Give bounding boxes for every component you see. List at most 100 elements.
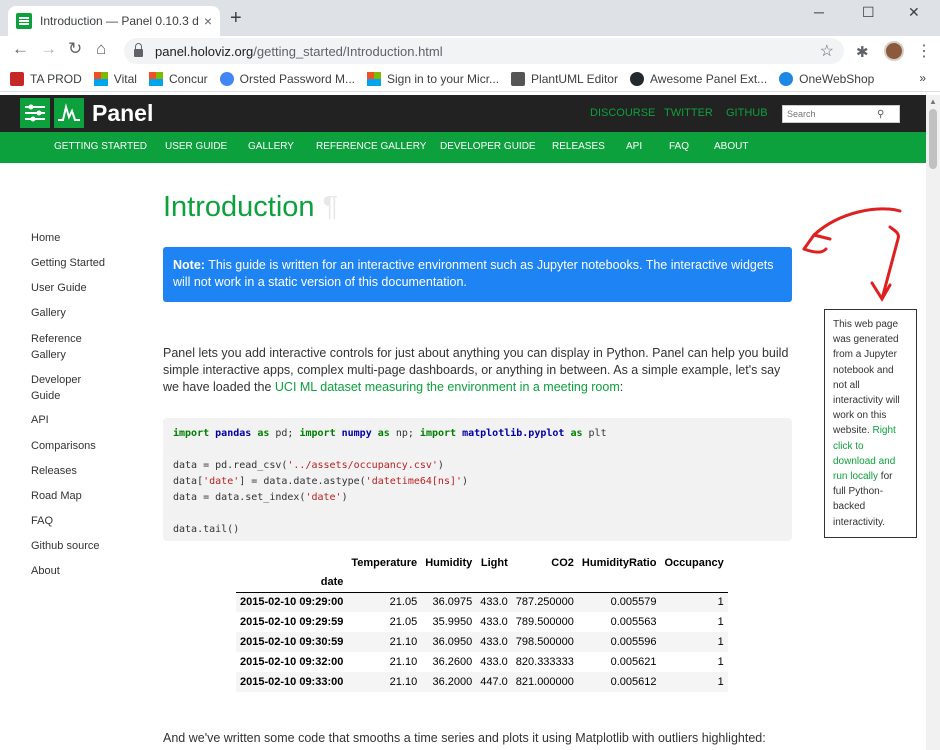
header-link-discourse[interactable]: DISCOURSE <box>590 107 655 119</box>
maximize-icon[interactable]: ☐ <box>862 4 875 21</box>
bookmark-item[interactable]: OneWebShop <box>779 71 874 86</box>
browser-tab[interactable]: Introduction — Panel 0.10.3 doc × <box>8 6 220 36</box>
minimize-icon[interactable]: ─ <box>814 4 824 20</box>
column-header: CO2 <box>551 557 574 569</box>
code-token: ] = data.date.astype( <box>239 476 366 487</box>
nav-user-guide[interactable]: USER GUIDE <box>165 141 227 152</box>
profile-avatar[interactable] <box>884 41 904 61</box>
new-tab-button[interactable]: + <box>230 7 242 30</box>
table-cell: 821.000000 <box>515 676 574 688</box>
sidebar-item-home[interactable]: Home <box>31 230 111 246</box>
github-icon <box>629 71 644 86</box>
close-tab-icon[interactable]: × <box>204 13 212 29</box>
nav-developer-guide[interactable]: DEVELOPER GUIDE <box>440 141 536 152</box>
code-token: ) <box>462 476 469 487</box>
column-header: Occupancy <box>664 557 724 569</box>
table-cell: 1 <box>717 596 724 609</box>
url-text[interactable]: panel.holoviz.org/getting_started/Introd… <box>155 44 820 59</box>
sidebar-item-faq[interactable]: FAQ <box>31 513 111 529</box>
lock-icon <box>134 43 143 57</box>
header-link-twitter[interactable]: TWITTER <box>664 107 713 119</box>
search-input[interactable] <box>787 109 877 119</box>
sidebar-item-getting-started[interactable]: Getting Started <box>31 255 111 271</box>
bookmark-label: Sign in to your Micr... <box>387 71 500 86</box>
bookmark-item[interactable]: Orsted Password M... <box>219 71 355 86</box>
bookmark-label: Orsted Password M... <box>239 71 355 86</box>
code-token: np; <box>389 428 420 439</box>
sidebar-item-road-map[interactable]: Road Map <box>31 488 111 504</box>
intro-end: : <box>619 380 624 394</box>
sidebar-item-comparisons[interactable]: Comparisons <box>31 438 111 454</box>
header-link-github[interactable]: GITHUB <box>726 107 768 119</box>
search-icon[interactable]: ⚲ <box>877 109 884 120</box>
bookmark-star-icon[interactable]: ☆ <box>820 41 834 61</box>
table-cell: 433.0 <box>480 636 508 648</box>
bookmark-item[interactable]: Concur <box>148 71 208 86</box>
bookmark-label: TA PROD <box>30 71 82 86</box>
bookmark-item[interactable]: PlantUML Editor <box>511 71 618 86</box>
nav-faq[interactable]: FAQ <box>669 141 689 152</box>
nav-api[interactable]: API <box>626 141 642 152</box>
site-nav: GETTING STARTED USER GUIDE GALLERY REFER… <box>0 132 926 163</box>
site-search: ⚲ <box>782 105 900 123</box>
page-scrollbar[interactable]: ▲ <box>926 95 940 750</box>
nav-about[interactable]: ABOUT <box>714 141 748 152</box>
sidebar-item-github-source[interactable]: Github source <box>31 538 111 554</box>
note-label: Note: <box>173 258 205 272</box>
sidebar-item-user-guide[interactable]: User Guide <box>31 280 111 296</box>
bookmark-item[interactable]: Awesome Panel Ext... <box>629 71 767 86</box>
callout-text: This web page was generated from a Jupyt… <box>833 319 900 437</box>
forward-icon[interactable]: → <box>40 39 57 59</box>
sidebar-item-gallery[interactable]: Gallery <box>31 305 111 321</box>
bookmark-item[interactable]: TA PROD <box>10 71 82 86</box>
code-token: as <box>377 428 390 439</box>
address-bar[interactable]: panel.holoviz.org/getting_started/Introd… <box>124 38 844 64</box>
sidebar-item-developer-guide[interactable]: Developer Guide <box>31 372 91 404</box>
bookmarks-overflow-button[interactable]: » <box>919 71 926 85</box>
bookmark-item[interactable]: Sign in to your Micr... <box>367 71 500 86</box>
scroll-up-icon[interactable]: ▲ <box>929 97 937 106</box>
table-row: 2015-02-10 09:33:00 21.10 36.2000 447.0 821.… <box>236 672 728 692</box>
dataset-link[interactable]: UCI ML dataset measuring the environment… <box>275 380 620 394</box>
dataframe-table: Temperature Humidity Light CO2 HumidityRatio… <box>236 552 728 692</box>
reload-icon[interactable]: ↻ <box>68 39 82 59</box>
microsoft-icon <box>93 71 108 86</box>
logo-text: Panel <box>92 99 154 126</box>
close-window-icon[interactable]: ✕ <box>908 4 920 21</box>
nav-getting-started[interactable]: GETTING STARTED <box>54 141 147 152</box>
table-cell: 21.10 <box>389 636 418 648</box>
sidebar-item-reference-gallery[interactable]: Reference Gallery <box>31 331 91 363</box>
nav-releases[interactable]: RELEASES <box>552 141 605 152</box>
panel-favicon-icon <box>16 13 32 29</box>
microsoft-icon <box>367 71 381 86</box>
nav-reference-gallery[interactable]: REFERENCE GALLERY <box>316 141 426 152</box>
browser-menu-icon[interactable]: ⋮ <box>916 41 932 61</box>
table-cell: 36.0975 <box>432 596 473 609</box>
panel-logo[interactable]: Panel <box>20 98 153 128</box>
sidebar-item-about[interactable]: About <box>31 563 111 579</box>
table-cell: 0.005612 <box>610 676 657 688</box>
sidebar-item-api[interactable]: API <box>31 412 111 428</box>
home-icon[interactable]: ⌂ <box>96 39 106 59</box>
code-token: as <box>570 428 583 439</box>
code-token: 'datetime64[ns]' <box>365 476 462 487</box>
row-index: 2015-02-10 09:33:00 <box>240 676 344 688</box>
row-index: 2015-02-10 09:30:59 <box>240 636 344 648</box>
index-name: date <box>236 572 348 593</box>
sidebar-item-releases[interactable]: Releases <box>31 463 111 479</box>
sliders-icon <box>20 98 50 128</box>
table-cell: 36.0950 <box>432 636 473 648</box>
nav-gallery[interactable]: GALLERY <box>248 141 294 152</box>
extensions-puzzle-icon[interactable]: ✱ <box>856 43 869 61</box>
table-cell: 21.05 <box>389 596 418 609</box>
back-icon[interactable]: ← <box>12 39 29 59</box>
bookmark-item[interactable]: Vital <box>93 71 137 86</box>
code-token: data = pd.read_csv( <box>173 460 288 471</box>
table-cell: 21.10 <box>389 676 418 688</box>
code-line: data = data.set_index('date') <box>173 490 782 506</box>
table-cell: 433.0 <box>480 596 508 609</box>
table-cell: 787.250000 <box>515 596 574 609</box>
permalink-icon[interactable]: ¶ <box>323 191 339 223</box>
scroll-thumb[interactable] <box>929 109 937 169</box>
